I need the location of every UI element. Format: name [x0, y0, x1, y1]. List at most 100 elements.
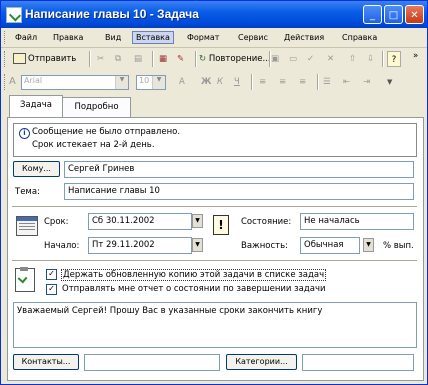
cancel-assignment-icon[interactable]: ▭ — [289, 51, 297, 67]
send-icon — [13, 53, 26, 64]
task-body-editor[interactable]: Уважаемый Сергей! Прошу Вас в указанные … — [13, 302, 417, 348]
standard-toolbar: Отправить ✂ ⧉ ▤ ▦ ✎ ↻ Повторение... ▣ ▭ … — [1, 48, 427, 70]
toolbar-separator — [382, 51, 384, 67]
font-size-value: 10 — [139, 76, 150, 85]
clipboard-icon — [15, 267, 35, 292]
chevron-down-icon[interactable]: ▼ — [363, 238, 374, 252]
align-right-icon[interactable]: ≡ — [299, 74, 306, 90]
style-icon[interactable]: A — [9, 74, 16, 90]
menu-grip — [4, 31, 8, 44]
info-line-2: Срок истекает на 2-й день. — [32, 140, 155, 150]
chevron-down-icon[interactable]: ▼ — [115, 76, 128, 89]
chevron-down-icon[interactable]: ▼ — [192, 238, 203, 252]
info-bar: i Сообщение не было отправлено. Срок ист… — [13, 123, 417, 157]
to-field[interactable]: Сергей Гринев — [64, 161, 414, 178]
send-report-label: Отправлять мне отчет о состоянии по заве… — [62, 284, 326, 294]
task-icon — [6, 7, 22, 23]
task-panel: i Сообщение не было отправлено. Срок ист… — [7, 117, 424, 381]
contacts-field[interactable] — [84, 354, 220, 371]
previous-item-icon[interactable]: ⇧ — [349, 51, 356, 67]
formatting-toolbar: A Arial ▼ 10 ▼ A Ж К Ч ≡ ≡ ≡ ☰ ⇤ ⇥ ▼ — [1, 71, 427, 93]
font-color-icon[interactable]: A — [179, 74, 185, 90]
menu-edit[interactable]: Правка — [53, 33, 83, 42]
copy-icon[interactable]: ⧉ — [115, 51, 121, 67]
help-icon[interactable]: ? — [387, 51, 401, 67]
menu-tools[interactable]: Сервис — [238, 33, 268, 42]
task-window: Написание главы 10 - Задача _ □ ✕ Файл П… — [0, 0, 428, 385]
bold-button[interactable]: Ж — [201, 74, 211, 90]
address-book-icon[interactable]: ▦ — [159, 51, 167, 67]
recurrence-button[interactable]: ↻ Повторение... — [199, 51, 271, 67]
tab-details[interactable]: Подробно — [62, 97, 131, 117]
divider — [12, 260, 417, 262]
priority-field[interactable]: Обычная — [300, 237, 360, 254]
categories-field[interactable] — [302, 354, 414, 371]
toolbar-separator — [152, 51, 154, 67]
send-label: Отправить — [28, 54, 77, 64]
chevron-down-icon[interactable]: ▼ — [192, 214, 203, 228]
align-left-icon[interactable]: ≡ — [259, 74, 266, 90]
subject-field[interactable]: Написание главы 10 — [64, 183, 414, 200]
underline-button[interactable]: Ч — [234, 74, 240, 90]
start-label: Начало: — [44, 241, 80, 251]
paste-icon[interactable]: ▤ — [134, 51, 142, 67]
delete-icon[interactable]: ✕ — [327, 51, 334, 67]
categories-button[interactable]: Категории... — [226, 354, 297, 370]
start-date-field[interactable]: Пт 29.11.2002 — [88, 237, 192, 254]
align-center-icon[interactable]: ≡ — [279, 74, 286, 90]
font-size-select[interactable]: 10 ▼ — [136, 75, 166, 90]
menu-insert[interactable]: Вставка — [132, 31, 174, 44]
to-button[interactable]: Кому... — [13, 161, 60, 177]
maximize-button[interactable]: □ — [384, 5, 403, 24]
tab-task[interactable]: Задача — [9, 95, 63, 118]
italic-button[interactable]: К — [217, 74, 223, 90]
minimize-button[interactable]: _ — [363, 5, 382, 24]
font-select[interactable]: Arial ▼ — [21, 75, 129, 90]
menu-file[interactable]: Файл — [15, 33, 37, 42]
send-button[interactable]: Отправить — [13, 51, 76, 67]
priority-label: Важность: — [241, 241, 288, 251]
toolbar-grip — [4, 74, 8, 90]
toolbar-options-icon[interactable]: ▼ — [387, 74, 392, 90]
menu-help[interactable]: Справка — [342, 33, 377, 42]
font-value: Arial — [24, 76, 43, 85]
task-body-text: Уважаемый Сергей! Прошу Вас в указанные … — [17, 306, 323, 316]
divider — [12, 206, 417, 208]
contacts-button[interactable]: Контакты... — [13, 354, 79, 370]
next-item-icon[interactable]: ⇩ — [367, 51, 374, 67]
status-label: Состояние: — [241, 217, 292, 227]
toolbar-separator — [317, 74, 319, 90]
menu-actions[interactable]: Действия — [284, 33, 324, 42]
info-icon: i — [19, 128, 30, 139]
assign-task-icon[interactable]: ▣ — [271, 51, 279, 67]
menu-bar: Файл Правка Вид Вставка Формат Сервис Де… — [1, 29, 427, 48]
toolbar-grip — [4, 51, 8, 67]
keep-copy-checkbox[interactable]: ✓ — [46, 269, 57, 280]
send-report-checkbox[interactable]: ✓ — [46, 284, 57, 295]
subject-label: Тема: — [15, 187, 40, 197]
title-bar[interactable]: Написание главы 10 - Задача _ □ ✕ — [1, 1, 427, 28]
toolbar-separator — [89, 51, 91, 67]
increase-indent-icon[interactable]: ⇥ — [363, 74, 370, 90]
toolbar-separator — [195, 51, 197, 67]
check-names-icon[interactable]: ✎ — [177, 51, 184, 67]
menu-view[interactable]: Вид — [105, 33, 121, 42]
bullets-icon[interactable]: ☰ — [323, 74, 331, 90]
decrease-indent-icon[interactable]: ⇤ — [343, 74, 350, 90]
recurrence-label: Повторение... — [208, 54, 271, 64]
mark-complete-icon[interactable]: ✓ — [307, 51, 314, 67]
window-title: Написание главы 10 - Задача — [25, 7, 199, 21]
info-line-1: Сообщение не было отправлено. — [32, 127, 181, 137]
due-label: Срок: — [44, 217, 69, 227]
recurrence-icon: ↻ — [199, 54, 207, 64]
cut-icon[interactable]: ✂ — [97, 51, 104, 67]
menu-format[interactable]: Формат — [187, 33, 219, 42]
chevron-down-icon[interactable]: ▼ — [152, 76, 165, 89]
status-field[interactable]: Не началась — [300, 213, 414, 230]
percent-complete-label: % вып. — [383, 241, 414, 251]
toolbar-separator — [251, 74, 253, 90]
close-button[interactable]: ✕ — [405, 5, 424, 24]
toolbar-overflow-icon[interactable]: » — [413, 48, 418, 64]
calendar-icon — [16, 216, 38, 236]
due-date-field[interactable]: Сб 30.11.2002 — [88, 213, 192, 230]
